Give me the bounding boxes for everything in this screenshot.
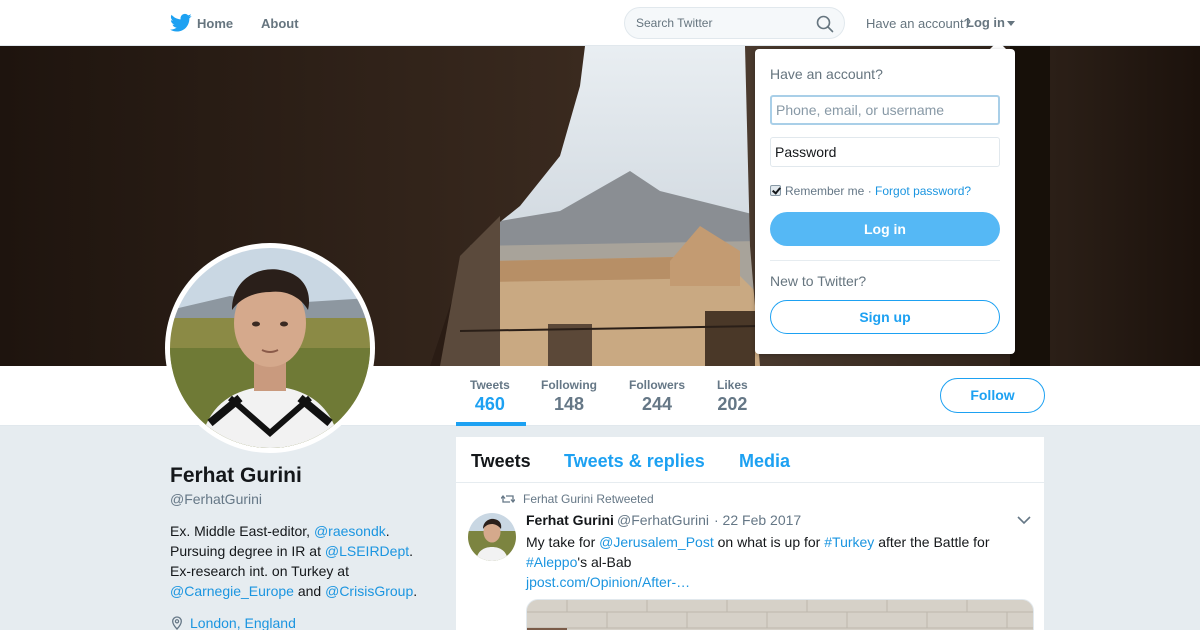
timeline-tabs: Tweets Tweets & replies Media: [456, 437, 1044, 483]
tweet-text-segment: after the Battle for: [874, 534, 990, 550]
remember-row: Remember me · Forgot password?: [770, 184, 971, 198]
login-button[interactable]: Log in: [770, 212, 1000, 246]
nav-home-link[interactable]: Home: [197, 16, 233, 31]
stat-value: 460: [474, 394, 505, 414]
retweeted-by-label: Ferhat Gurini Retweeted: [523, 492, 654, 506]
tweet-text-segment: 's al-Bab: [577, 554, 632, 570]
search-icon[interactable]: [816, 15, 834, 33]
bio-mention-link[interactable]: @LSEIRDept: [325, 543, 409, 559]
tweet[interactable]: Ferhat Gurini Retweeted Ferhat Gurini @F…: [456, 483, 1044, 630]
have-account-text: Have an account?: [866, 16, 971, 31]
profile-name[interactable]: Ferhat Gurini: [170, 464, 302, 488]
profile-location[interactable]: London, England: [170, 615, 296, 630]
nav-about-link[interactable]: About: [261, 16, 299, 31]
tab-media[interactable]: Media: [739, 451, 790, 472]
tweet-hashtag-link[interactable]: #Aleppo: [526, 554, 577, 570]
follow-button[interactable]: Follow: [940, 378, 1045, 413]
remember-me-label[interactable]: Remember me: [785, 184, 864, 198]
login-dropdown-toggle[interactable]: Log in: [966, 15, 1015, 30]
tweet-date[interactable]: · 22 Feb 2017: [714, 512, 801, 528]
login-dropdown-title: Have an account?: [770, 66, 883, 82]
divider: [770, 260, 1000, 261]
stat-label: Following: [541, 378, 597, 392]
bio-text: .: [413, 583, 418, 599]
username-field[interactable]: [770, 95, 1000, 125]
chevron-down-icon[interactable]: [1017, 515, 1031, 525]
top-navigation-bar: Home About Have an account? Log in: [0, 0, 1200, 46]
tweet-hashtag-link[interactable]: #Turkey: [824, 534, 874, 550]
active-tab-indicator: [456, 422, 526, 426]
stat-value: 202: [717, 394, 748, 414]
search-input[interactable]: [636, 16, 806, 30]
location-label: London, England: [190, 615, 296, 630]
stat-value: 148: [553, 394, 585, 414]
card-image: [527, 600, 1033, 630]
tweet-url-link[interactable]: jpost.com/Opinion/After-…: [526, 574, 690, 590]
timeline: Tweets Tweets & replies Media Ferhat Gur…: [456, 437, 1044, 630]
stat-followers[interactable]: Followers 244: [629, 378, 685, 415]
login-link-label: Log in: [966, 15, 1005, 30]
profile-handle[interactable]: @FerhatGurini: [170, 491, 262, 507]
stat-tweets[interactable]: Tweets 460: [470, 378, 510, 415]
bio-mention-link[interactable]: @raesondk: [314, 523, 386, 539]
tweet-author-avatar[interactable]: [468, 513, 516, 561]
stat-following[interactable]: Following 148: [541, 378, 597, 415]
avatar-photo: [170, 248, 370, 448]
separator-dot: ·: [867, 184, 872, 198]
retweet-icon: [501, 494, 515, 504]
login-dropdown: Have an account? Remember me · Forgot pa…: [755, 49, 1015, 354]
tweet-author-name[interactable]: Ferhat Gurini: [526, 512, 614, 528]
password-field[interactable]: [770, 137, 1000, 167]
retweet-context[interactable]: Ferhat Gurini Retweeted: [501, 492, 654, 506]
signup-button[interactable]: Sign up: [770, 300, 1000, 334]
caret-down-icon: [1007, 21, 1015, 27]
new-to-twitter-text: New to Twitter?: [770, 273, 867, 289]
twitter-bird-icon[interactable]: [170, 13, 192, 33]
tweet-link-card[interactable]: [526, 599, 1034, 630]
profile-avatar[interactable]: [165, 243, 375, 453]
forgot-password-link[interactable]: Forgot password?: [875, 184, 971, 198]
search-box[interactable]: [624, 7, 845, 39]
location-pin-icon: [172, 616, 182, 630]
bio-text: Ex. Middle East-editor,: [170, 523, 314, 539]
bio-text: and: [293, 583, 326, 599]
bio-mention-link[interactable]: @CrisisGroup: [325, 583, 413, 599]
stat-label: Tweets: [470, 378, 510, 392]
bio-mention-link[interactable]: @Carnegie_Europe: [170, 583, 294, 599]
tweet-avatar-photo: [468, 513, 516, 561]
tweet-text: My take for @Jerusalem_Post on what is u…: [526, 532, 1016, 592]
stat-value: 244: [641, 394, 673, 414]
stat-label: Followers: [629, 378, 686, 392]
stat-likes[interactable]: Likes 202: [717, 378, 748, 415]
stat-label: Likes: [717, 378, 748, 392]
tab-tweets-and-replies[interactable]: Tweets & replies: [564, 451, 705, 472]
tab-tweets[interactable]: Tweets: [471, 451, 531, 472]
tweet-text-segment: My take for: [526, 534, 600, 550]
tweet-text-segment: on what is up for: [713, 534, 825, 550]
tweet-mention-link[interactable]: @Jerusalem_Post: [599, 534, 714, 550]
tweet-author-handle[interactable]: @FerhatGurini: [617, 512, 709, 528]
remember-me-checkbox[interactable]: [770, 185, 781, 196]
profile-bio: Ex. Middle East-editor, @raesondk. Pursu…: [170, 521, 430, 601]
